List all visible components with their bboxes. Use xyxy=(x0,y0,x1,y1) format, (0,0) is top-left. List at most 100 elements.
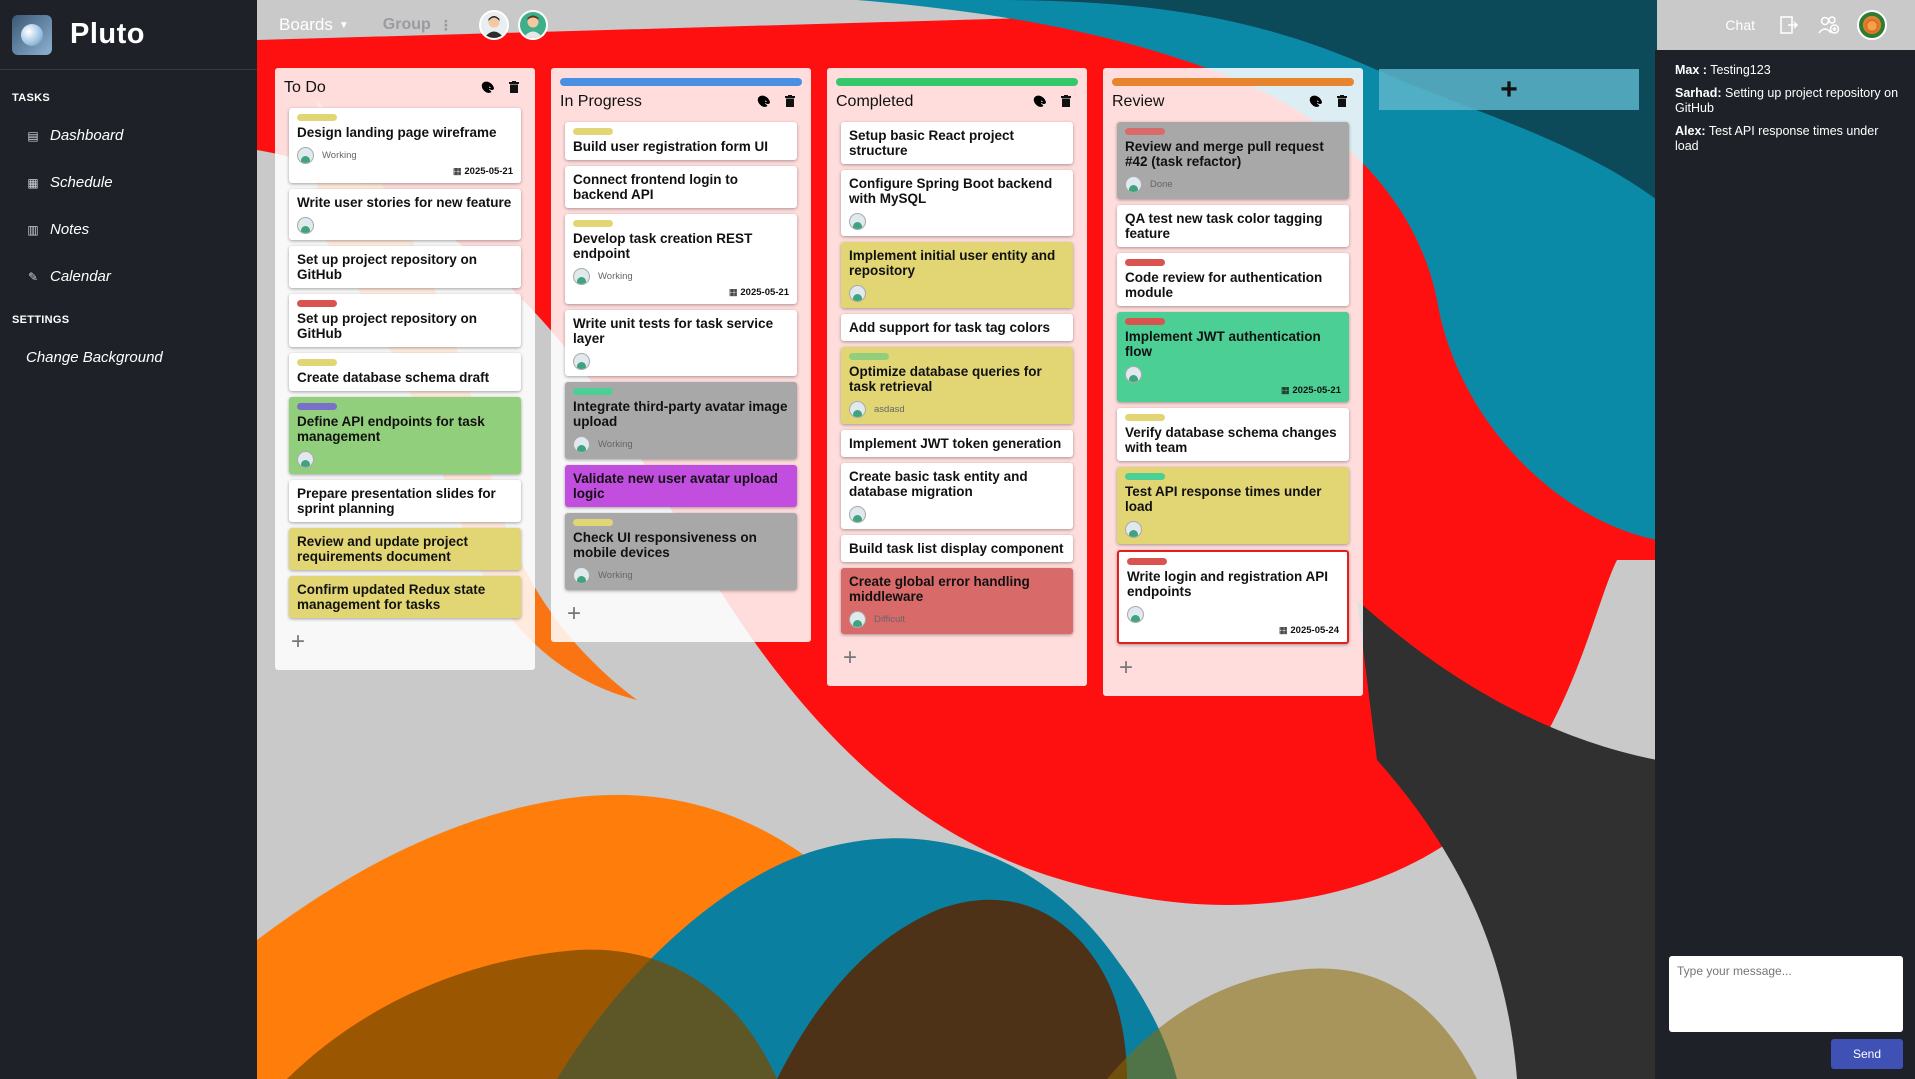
sidebar-item-calendar[interactable]: ✎ Calendar xyxy=(0,253,257,300)
task-card[interactable]: Optimize database queries for task retri… xyxy=(841,347,1073,424)
palette-icon[interactable]: 🎨 xyxy=(481,81,495,96)
card-meta xyxy=(849,284,1065,302)
member-avatar[interactable] xyxy=(517,10,548,40)
boards-menu[interactable]: Boards ▼ xyxy=(279,15,349,35)
assignee-avatar xyxy=(1125,520,1142,538)
task-card[interactable]: Configure Spring Boot backend with MySQL xyxy=(841,170,1073,236)
card-title: Set up project repository on GitHub xyxy=(297,252,478,282)
sidebar-item-change-background[interactable]: Change Background xyxy=(0,334,257,381)
logout-icon[interactable] xyxy=(1777,13,1801,37)
task-card[interactable]: Implement JWT token generation xyxy=(841,430,1073,457)
task-card[interactable]: Create database schema draft xyxy=(289,353,521,391)
card-title: Create global error handling middleware xyxy=(849,574,1030,604)
card-meta xyxy=(1127,605,1339,623)
trash-icon[interactable] xyxy=(1061,94,1071,110)
palette-icon[interactable]: 🎨 xyxy=(1033,95,1047,110)
top-bar-actions: Chat xyxy=(1725,0,1915,50)
task-card[interactable]: Connect frontend login to backend API xyxy=(565,166,797,208)
card-status: Working xyxy=(322,149,357,161)
task-card[interactable]: Check UI responsiveness on mobile device… xyxy=(565,513,797,590)
task-card[interactable]: Develop task creation REST endpoint Worki… xyxy=(565,214,797,304)
task-card[interactable]: Implement initial user entity and reposi… xyxy=(841,242,1073,308)
task-card[interactable]: QA test new task color tagging feature xyxy=(1117,205,1349,247)
task-card[interactable]: Verify database schema changes with team xyxy=(1117,408,1349,461)
card-meta: Difficult xyxy=(849,610,1065,628)
column-title[interactable]: In Progress xyxy=(560,93,642,111)
task-card[interactable]: Design landing page wireframe Working 2025… xyxy=(289,108,521,183)
task-card[interactable]: Review and merge pull request #42 (task … xyxy=(1117,122,1349,199)
card-title: Write login and registration API endpoin… xyxy=(1127,569,1329,599)
task-card[interactable]: Set up project repository on GitHub xyxy=(289,294,521,347)
card-list: Review and merge pull request #42 (task … xyxy=(1117,122,1349,644)
settings-heading: SETTINGS xyxy=(12,314,70,326)
card-title: Create database schema draft xyxy=(297,370,490,385)
calendar-icon: ✎ xyxy=(27,269,39,284)
assignee-avatar xyxy=(297,216,314,234)
assignee-avatar xyxy=(849,212,866,230)
color-tag xyxy=(1125,414,1165,421)
task-card[interactable]: Code review for authentication module xyxy=(1117,253,1349,306)
group-members xyxy=(478,10,548,40)
column-actions: 🎨 xyxy=(481,80,519,96)
task-card[interactable]: Implement JWT authentication flow 2025-05… xyxy=(1117,312,1349,402)
column-title[interactable]: To Do xyxy=(284,79,326,97)
palette-icon[interactable]: 🎨 xyxy=(757,95,771,110)
card-title: Prepare presentation slides for sprint p… xyxy=(297,486,496,516)
trash-icon[interactable] xyxy=(509,80,519,96)
task-card[interactable]: Integrate third-party avatar image uploa… xyxy=(565,382,797,459)
card-title: Review and merge pull request #42 (task … xyxy=(1125,139,1324,169)
task-card[interactable]: Prepare presentation slides for sprint p… xyxy=(289,480,521,522)
task-card[interactable]: Set up project repository on GitHub xyxy=(289,246,521,288)
palette-icon[interactable]: 🎨 xyxy=(1309,95,1323,110)
add-card-button[interactable]: + xyxy=(843,644,1073,672)
card-meta: Working xyxy=(573,435,789,453)
kebab-menu-icon: ⋮ xyxy=(438,16,453,33)
task-card[interactable]: Define API endpoints for task management xyxy=(289,397,521,474)
add-card-button[interactable]: + xyxy=(1119,654,1349,682)
board-column: Completed 🎨 Setup basic React project stru… xyxy=(827,68,1087,686)
task-card[interactable]: Write login and registration API endpoin… xyxy=(1117,550,1349,644)
add-card-button[interactable]: + xyxy=(567,600,797,628)
task-card[interactable]: Setup basic React project structure xyxy=(841,122,1073,164)
send-button[interactable]: Send xyxy=(1831,1039,1903,1069)
card-status: Working xyxy=(598,438,633,450)
sidebar-item-schedule[interactable]: ▦ Schedule xyxy=(0,159,257,206)
card-title: Add support for task tag colors xyxy=(849,320,1051,335)
board-column: Review 🎨 Review and merge pull request #42… xyxy=(1103,68,1363,696)
card-status: Working xyxy=(598,270,633,282)
sidebar-item-notes[interactable]: ▥ Notes xyxy=(0,206,257,253)
task-card[interactable]: Test API response times under load xyxy=(1117,467,1349,544)
assignee-avatar xyxy=(849,610,866,628)
task-card[interactable]: Build task list display component xyxy=(841,535,1073,562)
card-title: Validate new user avatar upload logic xyxy=(573,471,778,501)
column-title[interactable]: Completed xyxy=(836,93,913,111)
task-card[interactable]: Write unit tests for task service layer xyxy=(565,310,797,376)
card-title: Implement initial user entity and reposi… xyxy=(849,248,1056,278)
chat-toggle[interactable]: Chat xyxy=(1725,17,1755,33)
task-card[interactable]: Create basic task entity and database mi… xyxy=(841,463,1073,529)
add-member-icon[interactable] xyxy=(1817,13,1841,37)
member-avatar[interactable] xyxy=(478,10,509,40)
column-color-bar xyxy=(1112,78,1354,86)
task-card[interactable]: Validate new user avatar upload logic xyxy=(565,465,797,507)
user-avatar[interactable] xyxy=(1857,10,1887,40)
group-menu[interactable]: Group ⋮ xyxy=(383,16,453,34)
assignee-avatar xyxy=(1125,175,1142,193)
sidebar-item-dashboard[interactable]: ▤ Dashboard xyxy=(0,112,257,159)
task-card[interactable]: Write user stories for new feature xyxy=(289,189,521,240)
trash-icon[interactable] xyxy=(1337,94,1347,110)
color-tag xyxy=(1125,259,1165,266)
chat-message-input[interactable] xyxy=(1669,956,1903,1032)
app-logo-icon xyxy=(12,14,52,55)
add-card-button[interactable]: + xyxy=(291,628,521,656)
column-title[interactable]: Review xyxy=(1112,93,1164,111)
trash-icon[interactable] xyxy=(785,94,795,110)
task-card[interactable]: Review and update project requirements d… xyxy=(289,528,521,570)
task-card[interactable]: Confirm updated Redux state management f… xyxy=(289,576,521,618)
add-column-button[interactable]: + xyxy=(1379,69,1639,110)
card-meta: asdasd xyxy=(849,400,1065,418)
task-card[interactable]: Add support for task tag colors xyxy=(841,314,1073,341)
task-card[interactable]: Create global error handling middleware D… xyxy=(841,568,1073,634)
task-card[interactable]: Build user registration form UI xyxy=(565,122,797,160)
color-tag xyxy=(573,220,613,227)
